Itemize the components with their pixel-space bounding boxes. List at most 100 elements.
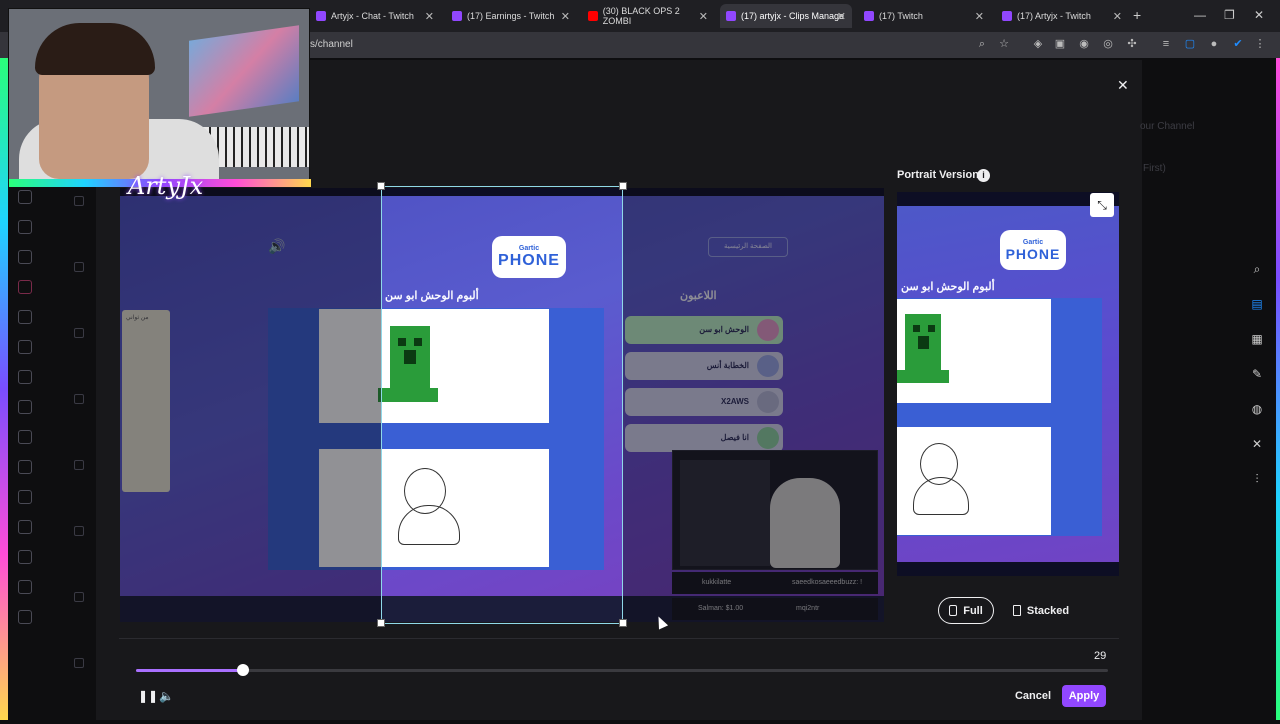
crop-handle[interactable] [377,182,385,190]
nav-icon [18,310,32,324]
url-field[interactable]: s/channel [310,39,353,50]
crop-handle[interactable] [377,619,385,627]
timeline-progress [136,669,243,672]
webcam-monitor [189,25,299,117]
nav-icon [18,340,32,354]
reading-list-icon[interactable]: ≡ [1160,38,1172,50]
tab-chat[interactable]: Artyjx - Chat - Twitch ✕ [310,4,440,28]
collapse-icon[interactable]: ⤡ [1090,193,1114,217]
sliders-icon[interactable]: ⫶ [1250,472,1264,486]
checkbox [74,262,84,272]
portrait-album-title: ألبوم الوحش ابو سن [901,281,995,293]
checkbox [74,196,84,206]
timeline-track[interactable] [136,669,1108,672]
portrait-version-label: Portrait Version [897,169,979,181]
nav-icon [18,250,32,264]
crop-handle[interactable] [619,619,627,627]
streamer-name: ArtyJx [128,172,204,200]
cancel-button[interactable]: Cancel [1011,685,1055,707]
portrait-creeper-eye [913,325,920,332]
webcam-hair [35,23,155,75]
zoom-icon[interactable]: ⌕ [976,38,988,50]
close-window-icon[interactable]: ✕ [1254,8,1264,22]
time-value: 29 [1094,650,1107,662]
portrait-creeper-eye [928,325,935,332]
overlay-right-border [1276,58,1280,720]
nav-icon [18,490,32,504]
minimize-icon[interactable]: — [1194,8,1206,22]
volume-icon[interactable]: 🔈 [159,689,174,703]
extension-icon[interactable]: ▣ [1054,38,1066,50]
close-modal-icon[interactable]: ✕ [1117,77,1129,94]
bookmark-star-icon[interactable]: ☆ [998,38,1010,50]
close-tab-icon[interactable]: ✕ [975,10,984,23]
gamepad-icon[interactable]: ◍ [1250,402,1264,416]
browser-side-toolbar: ⌕ ▤ ▦ ✎ ◍ ✕ ⫶ [1250,262,1266,507]
background-sidebar [18,190,38,640]
full-layout-button[interactable]: Full [938,597,994,624]
checkbox [74,658,84,668]
check-icon[interactable]: ✔ [1232,38,1244,50]
portrait-card-sketch [897,427,1051,535]
nav-icon [18,220,32,234]
nav-icon [18,370,32,384]
tab-earnings[interactable]: (17) Earnings - Twitch ✕ [446,4,576,28]
stacked-icon [1012,605,1021,616]
info-icon[interactable]: i [977,169,990,182]
checkbox [74,394,84,404]
apply-button[interactable]: Apply [1062,685,1106,707]
close-tab-icon[interactable]: ✕ [837,10,846,23]
restore-icon[interactable]: ❐ [1224,8,1235,22]
tab-clips-manager[interactable]: (17) artyjx - Clips Manage ✕ [720,4,852,28]
nav-icon [18,550,32,564]
tab-artyjx[interactable]: (17) Artyjx - Twitch ✕ [996,4,1128,28]
twitch-icon [1002,11,1012,21]
close-tab-icon[interactable]: ✕ [561,10,570,23]
stacked-layout-button[interactable]: Stacked [1003,597,1079,624]
nav-icon [18,460,32,474]
nav-icon [18,400,32,414]
crop-dim-right [623,188,884,622]
checkbox [74,526,84,536]
sidebar-icon[interactable]: ▢ [1184,38,1196,50]
crop-frame[interactable] [381,186,623,624]
checkbox [74,460,84,470]
twitch-icon [452,11,462,21]
new-tab-button[interactable]: + [1133,7,1141,23]
extension-icon[interactable]: ◉ [1078,38,1090,50]
background-channel-text: our Channel [1140,121,1195,132]
tools-icon[interactable]: ✕ [1250,437,1264,451]
extension-icon[interactable]: ◈ [1032,38,1044,50]
chat-icon[interactable]: ▤ [1250,297,1264,311]
search-icon[interactable]: ⌕ [1250,262,1264,276]
document-icon[interactable]: ▦ [1250,332,1264,346]
crop-dim-left [120,188,381,622]
menu-icon[interactable]: ⋮ [1254,38,1266,50]
puzzle-icon[interactable]: ✣ [1126,38,1138,50]
close-tab-icon[interactable]: ✕ [1113,10,1122,23]
tab-youtube[interactable]: (30) BLACK OPS 2 ZOMBI ✕ [582,4,714,28]
background-checkbox-column [74,196,88,724]
portrait-gartic-logo: Gartic PHONE [1000,230,1066,270]
twitch-icon [316,11,326,21]
overlay-left-border [0,58,8,720]
youtube-icon [588,11,598,21]
twitch-icon [864,11,874,21]
nav-icon [18,430,32,444]
tab-twitch[interactable]: (17) Twitch ✕ [858,4,990,28]
checkbox [74,328,84,338]
close-tab-icon[interactable]: ✕ [699,10,708,23]
profile-icon[interactable]: ● [1208,38,1220,50]
edit-icon[interactable]: ✎ [1250,367,1264,381]
extension-icon[interactable]: ◎ [1102,38,1114,50]
streamer-webcam [8,8,311,187]
pause-icon[interactable]: ❚❚ [138,689,158,703]
crop-handle[interactable] [619,182,627,190]
nav-icon [18,610,32,624]
nav-icon [18,190,32,204]
checkbox [74,592,84,602]
timeline-scrubber[interactable] [236,664,249,676]
phone-icon [949,605,958,616]
close-tab-icon[interactable]: ✕ [425,10,434,23]
portrait-creeper-mouth [918,336,929,349]
